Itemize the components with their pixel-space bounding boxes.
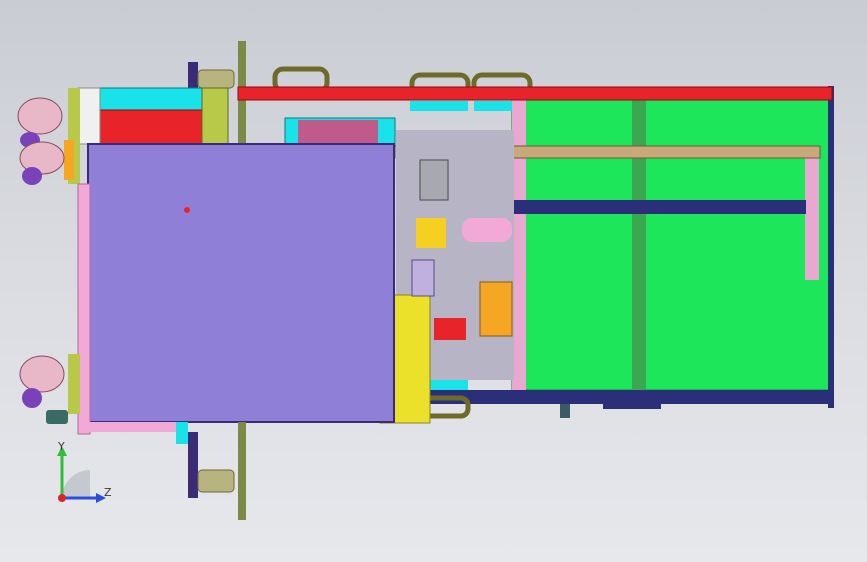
- frame-right-edge: [828, 86, 834, 408]
- left-olive-column: [201, 87, 229, 147]
- z-axis-label: Z: [104, 486, 112, 499]
- coordinate-triad: Y Z: [40, 440, 130, 520]
- top-red-rail: [237, 86, 833, 101]
- caster-wheel-1[interactable]: [17, 97, 63, 135]
- top-rail-cyan-1: [410, 101, 468, 111]
- vertical-shaft-bottom: [238, 422, 246, 520]
- frame-pillar-mid: [632, 100, 646, 390]
- bottom-cyan-block: [176, 422, 188, 444]
- bottom-wheel: [197, 469, 235, 493]
- top-rail-cyan-2: [474, 101, 512, 111]
- leveling-foot: [46, 410, 68, 424]
- caster-wheel-2-tire: [22, 167, 42, 185]
- frame-pillar-left: [512, 100, 526, 390]
- top-post: [188, 62, 198, 88]
- bottom-post: [188, 432, 198, 498]
- orange-block: [479, 281, 513, 337]
- red-indicator-dot: [184, 207, 190, 213]
- left-red-block: [99, 109, 203, 145]
- green-panel-frame: [511, 99, 831, 391]
- cylinders-group: [298, 120, 378, 144]
- left-olive-lower: [68, 354, 80, 414]
- cad-model-scene[interactable]: [0, 0, 867, 562]
- pink-gear: [462, 218, 512, 242]
- triad-graphic: [57, 446, 106, 503]
- bottom-foot: [560, 404, 570, 418]
- top-wheel: [197, 69, 235, 89]
- purple-main-plate[interactable]: [87, 143, 395, 423]
- bottom-rail-part: [603, 404, 661, 409]
- cad-viewport[interactable]: Y Z: [0, 0, 867, 562]
- triad-origin: [58, 494, 66, 502]
- left-white-panel: [77, 87, 101, 145]
- left-orange-strip: [64, 140, 74, 180]
- caster-wheel-3[interactable]: [19, 355, 65, 393]
- left-cyan-block: [99, 87, 203, 111]
- red-valve: [434, 318, 466, 340]
- orange-part: [416, 218, 446, 248]
- y-axis-label: Y: [58, 440, 65, 453]
- caster-wheel-3-tire: [22, 388, 42, 408]
- motor-body: [411, 259, 435, 297]
- frame-pillar-right: [805, 158, 819, 280]
- gray-housing: [419, 159, 449, 201]
- bottom-pink-strip: [84, 422, 184, 432]
